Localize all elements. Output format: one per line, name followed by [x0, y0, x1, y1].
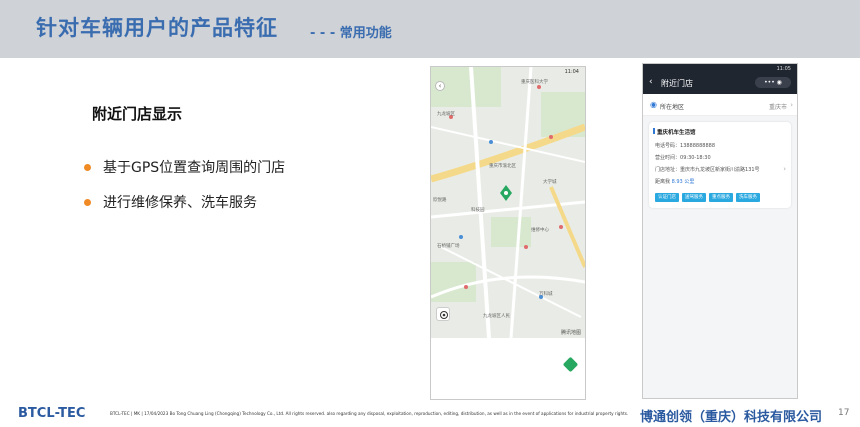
service-buttons: 认证门店 送驾服务 重点服务 洗车服务	[655, 193, 760, 202]
bullet-dot-icon	[84, 198, 91, 206]
store-phone-row: 电话号码：13888888888	[655, 142, 715, 149]
bullet-item: 基于GPS位置查询周围的门店	[84, 157, 285, 177]
map-label: 维修中心	[531, 228, 549, 233]
key-service-button[interactable]: 重点服务	[709, 193, 733, 202]
footer-copyright: BTCL-TEC | MK | 17/04/2023 Bo Tong Chuan…	[110, 411, 629, 416]
back-icon[interactable]: ‹	[649, 77, 653, 87]
page-number: 17	[838, 408, 850, 418]
store-address: 重庆市九龙坡区新家街川渝路131号	[680, 167, 760, 173]
store-name: 重庆机车生活馆	[653, 128, 696, 136]
slide-title: 针对车辆用户的产品特征	[36, 16, 278, 40]
map-label: 九龙坡区人民	[483, 314, 510, 319]
map-provider-logo: 腾讯地图	[560, 330, 581, 336]
map-label: 重庆市渝北区	[489, 164, 516, 169]
store-address-row: 门店地址：重庆市九龙坡区新家街川渝路131号	[655, 166, 760, 173]
back-icon[interactable]: ‹	[435, 81, 445, 91]
map-roads	[431, 67, 585, 338]
distance-value: 8.93	[671, 179, 683, 185]
nav-bar: 11:05 ‹ 附近门店 ••• ◉	[643, 64, 797, 94]
store-card[interactable]: 重庆机车生活馆 电话号码：13888888888 营业时间：09:30-18:3…	[649, 122, 791, 208]
location-selector[interactable]: ◉ 所在地区 重庆市 ›	[643, 94, 797, 116]
map-status-time: 11:04	[564, 69, 579, 75]
slide-subtitle: - - - 常用功能	[310, 26, 392, 41]
map-label: 石桥铺广场	[437, 244, 460, 249]
certified-store-button[interactable]: 认证门店	[655, 193, 679, 202]
store-hours: 09:30-18:30	[680, 155, 711, 161]
distance-unit: 公里	[684, 179, 695, 185]
footer-brand: BTCL-TEC	[18, 406, 86, 421]
distance-prefix: 距离我	[655, 179, 671, 185]
location-label: 所在地区	[660, 104, 685, 111]
bullet-item: 进行维修保养、洗车服务	[84, 192, 257, 212]
chevron-right-icon[interactable]: ›	[783, 165, 786, 173]
store-hours-row: 营业时间：09:30-18:30	[655, 154, 711, 161]
car-wash-button[interactable]: 洗车服务	[736, 193, 760, 202]
locate-me-icon[interactable]	[436, 307, 450, 321]
map-label: 科技园	[471, 208, 485, 213]
store-distance: 距离我 8.93 公里	[655, 178, 694, 185]
page-title: 附近门店	[661, 79, 693, 88]
bullet-dot-icon	[84, 163, 91, 171]
miniprogram-capsule[interactable]: ••• ◉	[755, 77, 791, 88]
store-phone[interactable]: 13888888888	[680, 143, 715, 149]
city-value: 重庆市	[768, 104, 787, 111]
map-label: 重庆医科大学	[521, 80, 548, 85]
phone-label: 电话号码：	[655, 143, 681, 149]
status-time: 11:05	[776, 66, 791, 72]
map-label: 欣悦路	[433, 198, 447, 203]
pickup-service-button[interactable]: 送驾服务	[682, 193, 706, 202]
address-label: 门店地址：	[655, 167, 681, 173]
location-pin-icon: ◉	[650, 100, 657, 109]
bullet-text: 进行维修保养、洗车服务	[103, 195, 257, 211]
bullet-text: 基于GPS位置查询周围的门店	[103, 160, 286, 176]
map-label: 万科城	[539, 292, 553, 297]
chevron-right-icon: ›	[790, 101, 793, 109]
store-marker-icon[interactable]	[562, 356, 579, 373]
slide-header: 针对车辆用户的产品特征 - - - 常用功能	[0, 0, 860, 58]
footer-company: 博通创领（重庆）科技有限公司	[640, 410, 823, 425]
map-label: 九龙坡区	[437, 112, 455, 117]
map-label: 大学城	[543, 180, 557, 185]
hours-label: 营业时间：	[655, 155, 681, 161]
store-phone-screenshot: 11:05 ‹ 附近门店 ••• ◉ ◉ 所在地区 重庆市 › 重庆机车生活馆 …	[642, 63, 798, 399]
map-phone-screenshot: 11:04 ‹ 重庆医科大学 九龙坡区 大学城 石桥铺广场 重庆市渝北区 九龙坡…	[430, 66, 586, 400]
section-title: 附近门店显示	[92, 105, 183, 123]
map-view[interactable]: 11:04 ‹ 重庆医科大学 九龙坡区 大学城 石桥铺广场 重庆市渝北区 九龙坡…	[431, 67, 585, 338]
